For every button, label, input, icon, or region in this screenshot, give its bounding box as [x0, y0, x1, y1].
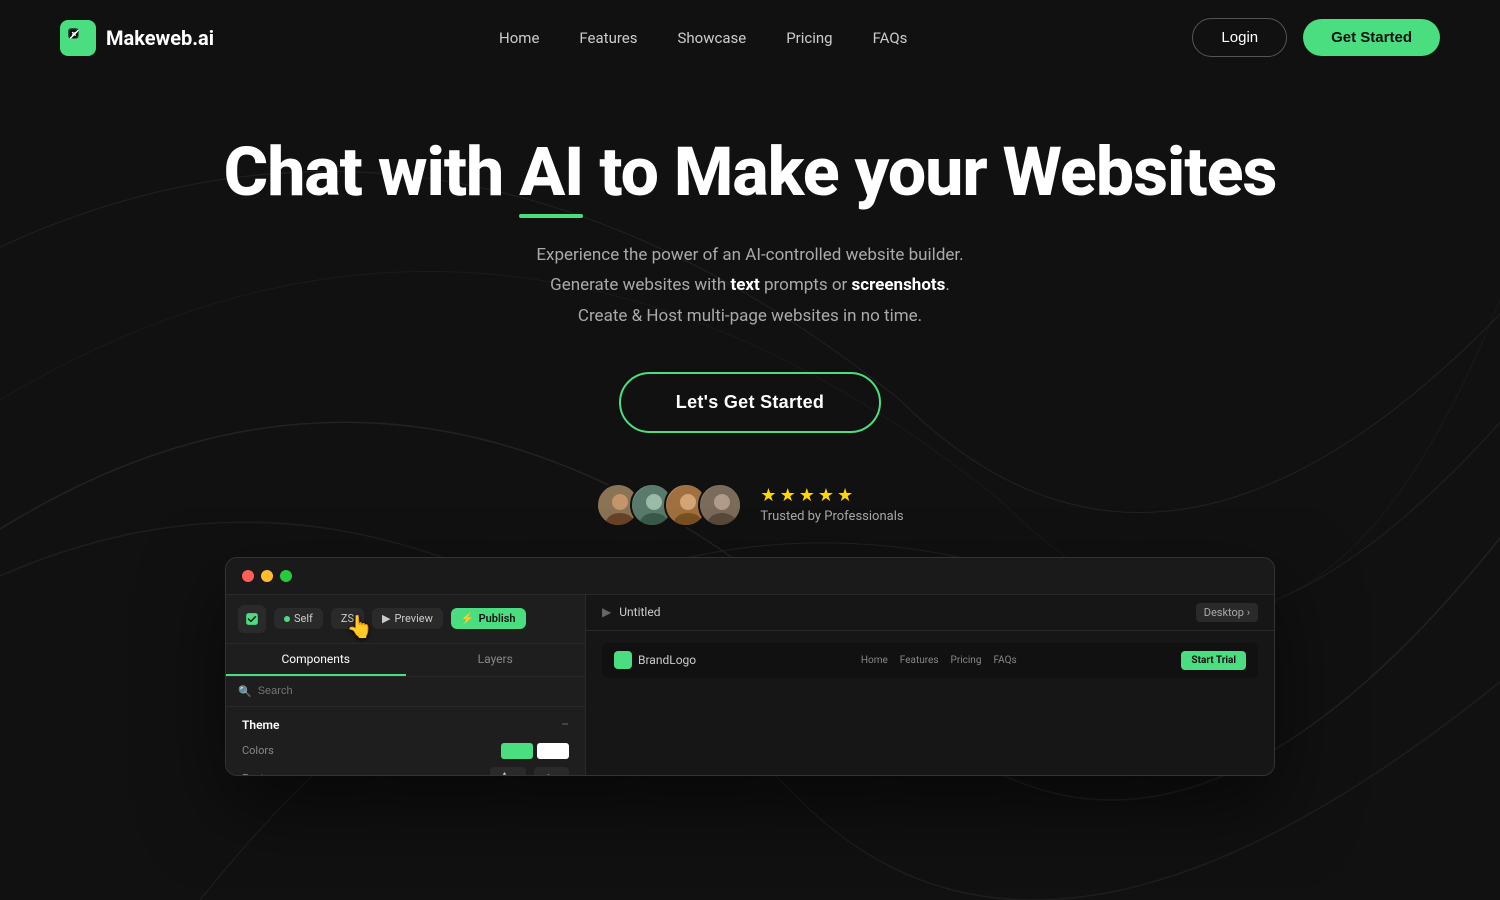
- rating-info: ★ ★ ★ ★ ★ Trusted by Professionals: [760, 485, 903, 524]
- search-icon: 🔍: [238, 685, 252, 698]
- theme-label: Theme: [242, 718, 279, 732]
- colors-row: Colors: [242, 743, 569, 759]
- nav-home[interactable]: Home: [499, 29, 539, 47]
- canvas-nav-home: Home: [861, 655, 888, 666]
- editor-canvas: BrandLogo Home Features Pricing FAQs Sta…: [586, 631, 1274, 690]
- star-rating: ★ ★ ★ ★ ★: [760, 485, 853, 506]
- font-samples: Aa Aa: [490, 767, 569, 776]
- theme-header: Theme −: [242, 717, 569, 733]
- theme-collapse-icon[interactable]: −: [561, 717, 569, 733]
- panel-toolbar: Self ZS ▶ Preview ⚡ Publish 👆: [226, 595, 585, 644]
- font-sample-1[interactable]: Aa: [490, 767, 526, 776]
- app-content: Self ZS ▶ Preview ⚡ Publish 👆 Component: [226, 595, 1274, 775]
- swatch-green[interactable]: [501, 743, 533, 759]
- editor-topbar: ▶ Untitled Desktop ›: [586, 595, 1274, 631]
- star-4: ★: [818, 485, 834, 506]
- brand-logo-text: BrandLogo: [638, 653, 696, 667]
- get-started-button[interactable]: Get Started: [1303, 19, 1440, 56]
- trusted-text: Trusted by Professionals: [760, 509, 903, 524]
- nav-faqs[interactable]: FAQs: [873, 29, 908, 47]
- cta-button[interactable]: Let's Get Started: [619, 372, 881, 433]
- window-minimize-dot: [261, 570, 273, 582]
- theme-section: Theme − Colors Fonts Aa Aa: [226, 707, 585, 776]
- hero-title-highlight: AI: [519, 135, 583, 210]
- nav-links: Home Features Showcase Pricing FAQs: [499, 28, 907, 47]
- window-close-dot: [242, 570, 254, 582]
- tab-components[interactable]: Components: [226, 644, 406, 676]
- logo-link[interactable]: Makeweb.ai: [60, 20, 214, 56]
- canvas-nav-faqs: FAQs: [993, 655, 1016, 666]
- page-title: Untitled: [619, 605, 660, 619]
- swatch-white[interactable]: [537, 743, 569, 759]
- tool-logo-button[interactable]: [238, 605, 266, 633]
- nav-features[interactable]: Features: [579, 29, 637, 47]
- canvas-nav-pricing: Pricing: [951, 655, 982, 666]
- window-chrome: [226, 558, 1274, 595]
- star-1: ★: [760, 485, 776, 506]
- star-2: ★: [780, 485, 796, 506]
- hero-title: Chat with AI to Make your Websites: [0, 135, 1500, 210]
- tab-layers[interactable]: Layers: [406, 644, 586, 676]
- login-button[interactable]: Login: [1192, 18, 1287, 57]
- colors-label: Colors: [242, 744, 274, 757]
- search-input[interactable]: [258, 685, 400, 697]
- navbar: Makeweb.ai Home Features Showcase Pricin…: [0, 0, 1500, 75]
- avatars-group: [596, 483, 742, 527]
- hero-section: Chat with AI to Make your Websites Exper…: [0, 75, 1500, 527]
- start-trial-button[interactable]: Start Trial: [1181, 651, 1246, 670]
- logo-icon: [60, 20, 96, 56]
- window-maximize-dot: [280, 570, 292, 582]
- desktop-badge[interactable]: Desktop ›: [1196, 603, 1258, 622]
- self-tag: Self: [274, 608, 323, 629]
- brand-icon: [614, 651, 632, 669]
- panel-tabs: Components Layers: [226, 644, 585, 677]
- publish-button[interactable]: ⚡ Publish: [451, 608, 526, 629]
- nav-pricing[interactable]: Pricing: [786, 29, 832, 47]
- font-sample-2[interactable]: Aa: [534, 767, 569, 776]
- social-proof: ★ ★ ★ ★ ★ Trusted by Professionals: [0, 483, 1500, 527]
- panel-search: 🔍: [226, 677, 585, 707]
- page-title-row: ▶ Untitled: [602, 605, 660, 619]
- right-panel: ▶ Untitled Desktop › BrandLogo Home Feat…: [586, 595, 1274, 775]
- preview-button[interactable]: ▶ Preview: [372, 608, 443, 629]
- cursor-icon: 👆: [346, 615, 373, 640]
- avatar: [698, 483, 742, 527]
- canvas-brand-row: BrandLogo Home Features Pricing FAQs Sta…: [602, 643, 1258, 678]
- hero-title-text1: Chat with: [224, 132, 520, 212]
- brand-logo-tag: BrandLogo: [614, 651, 696, 669]
- color-swatches: [501, 743, 569, 759]
- app-preview: Self ZS ▶ Preview ⚡ Publish 👆 Component: [225, 557, 1275, 776]
- left-panel: Self ZS ▶ Preview ⚡ Publish 👆 Component: [226, 595, 586, 775]
- canvas-nav-links: Home Features Pricing FAQs: [861, 655, 1017, 666]
- fonts-label: Fonts: [242, 772, 270, 776]
- nav-actions: Login Get Started: [1192, 18, 1440, 57]
- fonts-row: Fonts Aa Aa: [242, 767, 569, 776]
- hero-subtitle: Experience the power of an AI-controlled…: [0, 240, 1500, 332]
- logo-text: Makeweb.ai: [106, 26, 214, 50]
- canvas-nav-features: Features: [900, 655, 939, 666]
- hero-title-text2: to Make your Websites: [583, 132, 1276, 212]
- star-3: ★: [799, 485, 815, 506]
- nav-showcase[interactable]: Showcase: [678, 29, 747, 47]
- star-5: ★: [837, 485, 853, 506]
